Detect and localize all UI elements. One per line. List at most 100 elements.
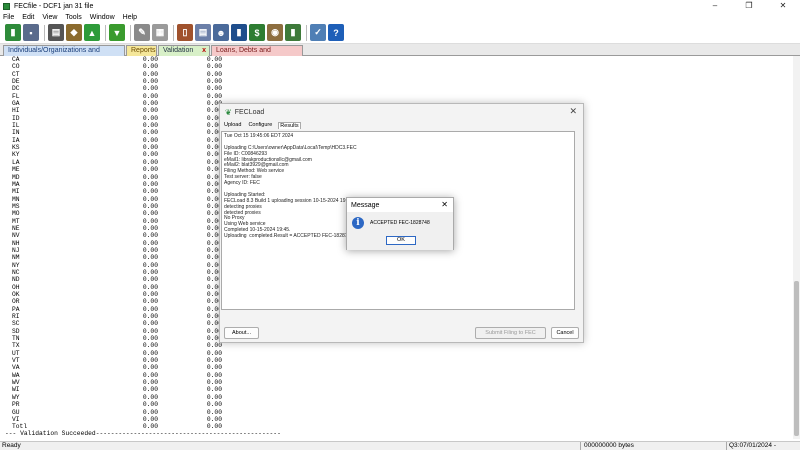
amount-value: 0.00 <box>142 268 158 276</box>
vertical-scrollbar[interactable] <box>793 56 800 439</box>
submit-filing-button[interactable]: Submit Filing to FEC <box>475 327 546 339</box>
amount-value: 0.00 <box>142 393 158 401</box>
state-code: WV <box>12 379 20 387</box>
tab-label: Reports <box>131 47 156 54</box>
state-code: MO <box>12 210 20 218</box>
import-up-icon[interactable]: ▲ <box>84 24 100 41</box>
amount-value: 0.00 <box>142 107 158 115</box>
amount-value: 0.00 <box>206 327 222 335</box>
tab-individuals-organizations[interactable]: Individuals/Organizations and Events <box>3 45 125 64</box>
book-icon[interactable]: ▮ <box>231 24 247 41</box>
table-icon[interactable]: ▦ <box>152 24 168 41</box>
tab-upload[interactable]: Upload <box>223 122 242 129</box>
export-down-icon[interactable]: ▼ <box>109 24 125 41</box>
edit-icon[interactable]: ✎ <box>134 24 150 41</box>
print-icon[interactable]: ▤ <box>48 24 64 41</box>
money-icon[interactable]: $ <box>249 24 265 41</box>
state-code: PR <box>12 401 20 409</box>
state-code: ME <box>12 166 20 174</box>
message-dialog: Message ✕ i ACCEPTED FEC-1828748 OK <box>346 197 454 250</box>
menu-window[interactable]: Window <box>90 14 115 21</box>
amount-value: 0.00 <box>142 217 158 225</box>
amount-value: 0.00 <box>142 254 158 262</box>
amount-value: 0.00 <box>206 188 222 196</box>
status-bytes: 000000000 bytes <box>580 442 726 450</box>
ok-button[interactable]: OK <box>386 236 416 245</box>
amount-value: 0.00 <box>206 224 222 232</box>
amount-value: 0.00 <box>206 158 222 166</box>
new-report-icon[interactable]: ▮ <box>5 24 21 41</box>
amount-value: 0.00 <box>206 313 222 321</box>
state-code: SD <box>12 327 20 335</box>
ledger-icon[interactable]: ▮ <box>285 24 301 41</box>
state-code: WA <box>12 371 20 379</box>
amount-value: 0.00 <box>142 379 158 387</box>
menu-edit[interactable]: Edit <box>22 14 34 21</box>
amount-value: 0.00 <box>206 283 222 291</box>
save-icon[interactable]: ▪ <box>23 24 39 41</box>
close-tab-icon[interactable]: x <box>202 46 206 56</box>
menu-help[interactable]: Help <box>123 14 137 21</box>
state-code: NH <box>12 239 20 247</box>
amount-value: 0.00 <box>206 136 222 144</box>
amount-value: 0.00 <box>142 56 158 63</box>
help-icon[interactable]: ? <box>328 24 344 41</box>
contacts-icon[interactable]: ◆ <box>66 24 82 41</box>
amount-value: 0.00 <box>142 386 158 394</box>
menu-file[interactable]: File <box>3 14 14 21</box>
state-code: HI <box>12 107 20 115</box>
state-code: VA <box>12 364 20 372</box>
report-row: WA 0.00 0.00 <box>12 372 793 379</box>
amount-value: 0.00 <box>206 107 222 115</box>
scrollbar-thumb[interactable] <box>794 281 799 436</box>
amount-value: 0.00 <box>206 276 222 284</box>
stamp-icon[interactable]: ◉ <box>267 24 283 41</box>
amount-value: 0.00 <box>142 408 158 416</box>
tab-reports[interactable]: Reports <box>126 45 157 56</box>
window-controls: – ❐ ✕ <box>698 0 800 12</box>
state-code: NY <box>12 261 20 269</box>
menu-tools[interactable]: Tools <box>65 14 81 21</box>
document-icon[interactable]: ▯ <box>177 24 193 41</box>
state-code: NJ <box>12 246 20 254</box>
menu-view[interactable]: View <box>42 14 57 21</box>
tab-validation[interactable]: Validation x <box>158 45 210 56</box>
about-button[interactable]: About... <box>224 327 259 339</box>
amount-value: 0.00 <box>142 210 158 218</box>
close-icon[interactable]: ✕ <box>441 200 448 209</box>
window-title: FECfile - DCF1 jan 31 file <box>14 2 94 10</box>
close-icon[interactable]: ✕ <box>569 106 577 117</box>
state-code: IL <box>12 122 20 130</box>
report-row: PR 0.00 0.00 <box>12 401 793 408</box>
minimize-button[interactable]: – <box>698 0 732 12</box>
maximize-button[interactable]: ❐ <box>732 0 766 12</box>
amount-value: 0.00 <box>206 291 222 298</box>
amount-value: 0.00 <box>206 408 222 416</box>
report-row: UT 0.00 0.00 <box>12 350 793 357</box>
amount-value: 0.00 <box>142 136 158 144</box>
state-code: MI <box>12 188 20 196</box>
status-bar: Ready 000000000 bytes Q3:07/01/2024 - 09… <box>0 441 800 450</box>
form-icon[interactable]: ▤ <box>195 24 211 41</box>
state-code: NE <box>12 224 20 232</box>
validate-icon[interactable]: ✓ <box>310 24 326 41</box>
state-code: ND <box>12 276 20 284</box>
tab-configure[interactable]: Configure <box>247 122 273 129</box>
state-code: CO <box>12 63 20 71</box>
toolbar-separator <box>130 24 131 41</box>
amount-value: 0.00 <box>206 100 222 108</box>
report-row: TX 0.00 0.00 <box>12 342 793 349</box>
tab-loans-debts[interactable]: Loans, Debts and Obligations <box>211 45 303 64</box>
state-code: LA <box>12 158 20 166</box>
cancel-button[interactable]: Cancel <box>551 327 579 339</box>
amount-value: 0.00 <box>206 357 222 365</box>
amount-value: 0.00 <box>206 63 222 71</box>
amount-value: 0.00 <box>142 349 158 357</box>
tab-results[interactable]: Results <box>278 122 301 129</box>
close-window-button[interactable]: ✕ <box>766 0 800 12</box>
people-icon[interactable]: ☻ <box>213 24 229 41</box>
amount-value: 0.00 <box>206 232 222 240</box>
state-code: OH <box>12 283 20 291</box>
state-code: DC <box>12 85 20 93</box>
report-row: FL 0.00 0.00 <box>12 93 793 100</box>
